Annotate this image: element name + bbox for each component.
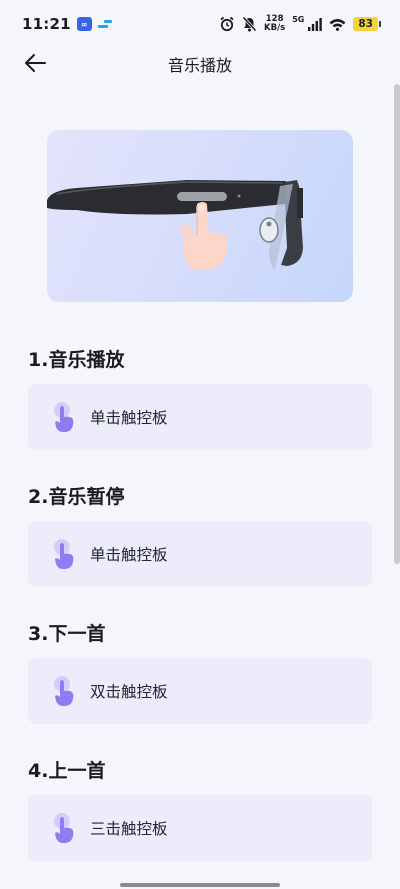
status-right: 128 KB/s 5G 83 — [219, 14, 381, 33]
section-play: 1.音乐播放 单击触控板 — [28, 347, 372, 450]
gesture-label: 双击触控板 — [90, 683, 168, 701]
page-title: 音乐播放 — [167, 56, 232, 75]
home-indicator[interactable] — [120, 883, 280, 887]
section-previous-track: 4.上一首 三击触控板 — [28, 758, 372, 861]
gesture-label: 三击触控板 — [90, 820, 168, 838]
glasses-illustration — [47, 130, 353, 302]
wifi-icon — [329, 18, 346, 31]
clock: 11:21 — [22, 15, 71, 33]
network-speed: 128 KB/s — [264, 15, 285, 33]
app-notification-icon: ∞ — [76, 17, 92, 31]
tap-gesture-icon — [54, 813, 74, 843]
section-heading: 3.下一首 — [28, 623, 106, 645]
battery-indicator: 83 — [353, 17, 381, 31]
signal-icon — [308, 17, 323, 31]
tap-gesture-icon — [54, 676, 74, 706]
screen: 11:21 ∞ 128 KB/s 5G 83 音乐播放 1.音乐播放 单击触控板… — [0, 0, 400, 889]
network-speed-unit: KB/s — [264, 23, 286, 33]
section-heading: 2.音乐暂停 — [28, 486, 125, 508]
gesture-card[interactable]: 单击触控板 — [28, 384, 372, 450]
message-notification-icon — [97, 19, 112, 29]
network-type: 5G — [292, 14, 305, 24]
section-next-track: 3.下一首 双击触控板 — [28, 621, 372, 724]
mute-icon — [242, 16, 257, 32]
gesture-label: 单击触控板 — [90, 409, 168, 427]
tap-gesture-icon — [54, 539, 74, 569]
gesture-label: 单击触控板 — [90, 546, 168, 564]
gesture-card[interactable]: 单击触控板 — [28, 521, 372, 587]
alarm-icon — [220, 16, 234, 32]
section-heading: 1.音乐播放 — [28, 349, 125, 371]
gesture-card[interactable]: 双击触控板 — [28, 658, 372, 724]
section-heading: 4.上一首 — [28, 760, 106, 782]
status-left: 11:21 ∞ — [22, 15, 112, 33]
section-pause: 2.音乐暂停 单击触控板 — [28, 484, 372, 587]
top-app-bar: 音乐播放 — [0, 40, 400, 84]
gesture-card[interactable]: 三击触控板 — [28, 795, 372, 861]
scrollbar[interactable] — [394, 84, 400, 564]
smart-glasses-image — [47, 180, 303, 270]
tap-gesture-icon — [54, 402, 74, 432]
